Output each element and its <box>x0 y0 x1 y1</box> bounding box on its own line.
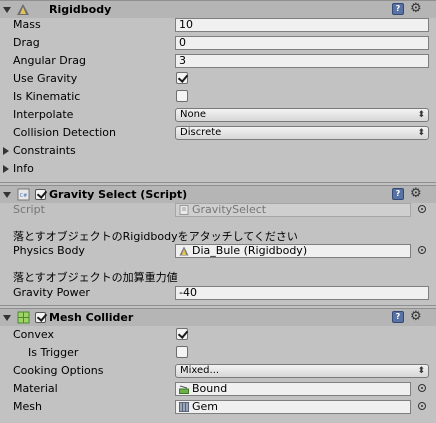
is-kinematic-label: Is Kinematic <box>13 90 81 103</box>
collision-detection-value: Discrete <box>180 127 222 138</box>
book-icon[interactable]: ? <box>392 3 404 15</box>
script-row: Script GravitySelect <box>0 201 436 219</box>
mesh-label: Mesh <box>13 400 42 413</box>
component-title: Gravity Select (Script) <box>49 188 188 201</box>
drag-field[interactable]: 0 <box>175 36 429 50</box>
gravity-power-field[interactable]: -40 <box>175 286 429 300</box>
object-picker-icon[interactable] <box>418 402 426 410</box>
cooking-options-dropdown[interactable]: Mixed... ⬍ <box>175 364 429 378</box>
gravity-power-row: Gravity Power -40 <box>0 284 436 302</box>
header2-row: 落とすオブジェクトの加算重力値 <box>0 267 436 285</box>
check-icon <box>36 311 48 322</box>
mass-label: Mass <box>13 18 41 31</box>
interpolate-value: None <box>180 109 207 120</box>
component-title: Mesh Collider <box>49 311 134 324</box>
foldout-closed-icon[interactable] <box>3 165 9 173</box>
separator <box>0 305 436 306</box>
object-picker-icon[interactable] <box>418 246 426 254</box>
physics-body-field[interactable]: Dia_Bule (Rigidbody) <box>175 244 411 258</box>
use-gravity-row: Use Gravity <box>0 70 436 88</box>
collision-detection-label: Collision Detection <box>13 126 117 139</box>
is-trigger-row: Is Trigger <box>0 344 436 362</box>
mesh-row: Mesh Gem <box>0 398 436 416</box>
collision-detection-row: Collision Detection Discrete ⬍ <box>0 124 436 142</box>
gear-icon[interactable]: ⚙ <box>410 309 422 324</box>
is-trigger-checkbox[interactable] <box>176 346 188 358</box>
script-file-icon <box>179 205 189 215</box>
constraints-row[interactable]: Constraints <box>0 142 436 160</box>
interpolate-dropdown[interactable]: None ⬍ <box>175 108 429 122</box>
section-header: 落とすオブジェクトの加算重力値 <box>13 271 178 284</box>
foldout-arrow-icon[interactable] <box>3 7 11 13</box>
check-icon <box>177 72 189 83</box>
mesh-collider-icon <box>17 311 30 324</box>
dropdown-arrow-icon: ⬍ <box>417 366 425 376</box>
check-icon <box>36 188 48 199</box>
enabled-checkbox[interactable] <box>35 188 48 200</box>
use-gravity-checkbox[interactable] <box>176 72 189 84</box>
cooking-options-label: Cooking Options <box>13 364 104 377</box>
foldout-arrow-icon[interactable] <box>3 315 11 321</box>
physic-material-icon <box>179 385 189 394</box>
cooking-options-value: Mixed... <box>180 365 220 376</box>
dropdown-arrow-icon: ⬍ <box>417 110 425 120</box>
angular-drag-field[interactable]: 3 <box>175 54 429 68</box>
physics-body-value: Dia_Bule (Rigidbody) <box>192 244 308 257</box>
gravity-power-label: Gravity Power <box>13 286 90 299</box>
mesh-collider-header[interactable]: Mesh Collider ? ⚙ <box>0 308 436 326</box>
separator <box>0 182 436 183</box>
book-icon[interactable]: ? <box>392 188 404 200</box>
convex-label: Convex <box>13 328 54 341</box>
mesh-field[interactable]: Gem <box>175 400 411 414</box>
angular-drag-row: Angular Drag 3 <box>0 52 436 70</box>
drag-row: Drag 0 <box>0 34 436 52</box>
info-row[interactable]: Info <box>0 160 436 178</box>
physics-body-label: Physics Body <box>13 244 85 257</box>
script-label: Script <box>13 203 45 216</box>
angular-drag-label: Angular Drag <box>13 54 86 67</box>
mass-field[interactable]: 10 <box>175 18 429 32</box>
script-field: GravitySelect <box>175 203 411 217</box>
object-picker-icon[interactable] <box>418 384 426 392</box>
mass-row: Mass 10 <box>0 16 436 34</box>
material-value: Bound <box>192 382 228 395</box>
object-picker-icon[interactable] <box>418 205 426 213</box>
cooking-options-row: Cooking Options Mixed... ⬍ <box>0 362 436 380</box>
mesh-value: Gem <box>192 400 219 413</box>
drag-label: Drag <box>13 36 40 49</box>
foldout-closed-icon[interactable] <box>3 147 9 155</box>
convex-checkbox[interactable] <box>176 328 189 340</box>
interpolate-label: Interpolate <box>13 108 74 121</box>
info-label[interactable]: Info <box>13 162 34 175</box>
is-kinematic-checkbox[interactable] <box>176 90 188 102</box>
script-icon: C# <box>17 188 30 201</box>
material-label: Material <box>13 382 58 395</box>
material-field[interactable]: Bound <box>175 382 411 396</box>
check-icon <box>177 328 189 339</box>
mesh-grid-icon <box>179 402 189 412</box>
rigidbody-icon <box>179 246 189 256</box>
enabled-checkbox[interactable] <box>35 311 48 323</box>
rigidbody-icon <box>17 4 29 15</box>
use-gravity-label: Use Gravity <box>13 72 78 85</box>
collision-detection-dropdown[interactable]: Discrete ⬍ <box>175 126 429 140</box>
interpolate-row: Interpolate None ⬍ <box>0 106 436 124</box>
foldout-arrow-icon[interactable] <box>3 192 11 198</box>
component-title: Rigidbody <box>49 3 112 16</box>
svg-text:C#: C# <box>20 193 28 199</box>
book-icon[interactable]: ? <box>392 311 404 323</box>
physics-body-row: Physics Body Dia_Bule (Rigidbody) <box>0 242 436 260</box>
script-value: GravitySelect <box>192 203 267 216</box>
gear-icon[interactable]: ⚙ <box>410 186 422 201</box>
gear-icon[interactable]: ⚙ <box>410 1 422 16</box>
constraints-label[interactable]: Constraints <box>13 144 76 157</box>
material-row: Material Bound <box>0 380 436 398</box>
is-kinematic-row: Is Kinematic <box>0 88 436 106</box>
convex-row: Convex <box>0 326 436 344</box>
is-trigger-label: Is Trigger <box>28 346 79 359</box>
dropdown-arrow-icon: ⬍ <box>417 128 425 138</box>
